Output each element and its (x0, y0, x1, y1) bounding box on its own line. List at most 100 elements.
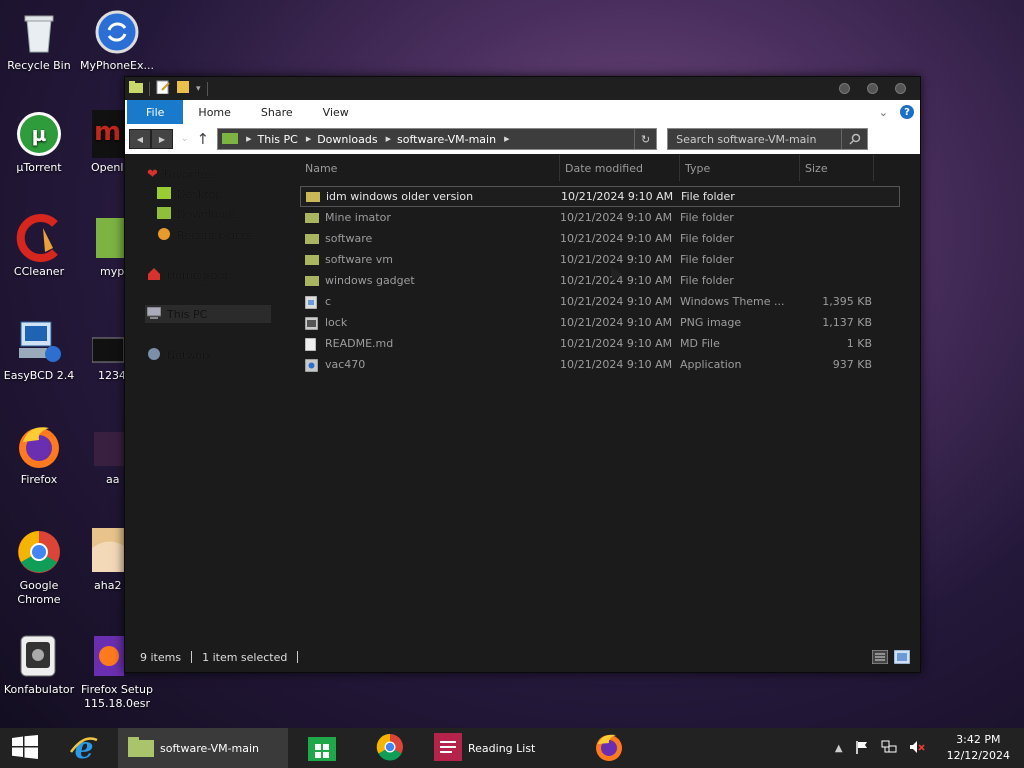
clock-time: 3:42 PM (956, 733, 1001, 746)
folder-icon (305, 233, 319, 244)
action-center-flag-icon[interactable] (855, 740, 869, 757)
forward-button[interactable]: ▶ (151, 129, 173, 149)
folder-icon (305, 212, 319, 223)
properties-icon[interactable] (156, 80, 170, 97)
chevron-right-icon[interactable]: ▶ (504, 135, 509, 143)
file-row[interactable]: windows gadget 10/21/2024 9:10 AM File f… (300, 270, 900, 291)
window-controls (839, 83, 906, 94)
view-buttons (871, 649, 911, 665)
firefox-icon (15, 422, 63, 470)
downloads-icon (157, 207, 171, 222)
maximize-button[interactable] (867, 83, 878, 94)
folder-icon (306, 191, 320, 202)
file-row[interactable]: software 10/21/2024 9:10 AM File folder (300, 228, 900, 249)
tab-home[interactable]: Home (183, 100, 245, 124)
chevron-right-icon[interactable]: ▶ (306, 135, 311, 143)
close-button[interactable] (895, 83, 906, 94)
file-icon (96, 214, 124, 262)
separator (191, 651, 193, 663)
start-button[interactable] (0, 728, 50, 768)
folder-icon (305, 254, 319, 265)
large-icons-view-icon[interactable] (893, 649, 911, 665)
desktop-icon-myphone[interactable]: MyPhoneEx... (78, 8, 156, 73)
ccleaner-icon (15, 214, 63, 262)
back-button[interactable]: ◀ (129, 129, 151, 149)
volume-muted-icon[interactable] (909, 740, 925, 757)
file-row[interactable]: Mine imator 10/21/2024 9:10 AM File fold… (300, 207, 900, 228)
desktop-icon-firefox[interactable]: Firefox (0, 422, 78, 487)
details-view-icon[interactable] (871, 649, 889, 665)
nav-desktop[interactable]: Desktop (157, 187, 222, 202)
taskbar-firefox[interactable] (574, 728, 644, 768)
new-folder-icon[interactable] (176, 80, 190, 97)
desktop-icon-konfabulator[interactable]: Konfabulator (0, 632, 78, 697)
file-row[interactable]: vac470 10/21/2024 9:10 AM Application 93… (300, 354, 900, 375)
breadcrumb-software-vm-main[interactable]: software-VM-main (397, 133, 496, 146)
taskbar-reading-list[interactable]: Reading List (424, 728, 574, 768)
system-tray: ▲ 3:42 PM 12/12/2024 (835, 732, 1024, 764)
taskbar-store[interactable] (288, 728, 356, 768)
file-row[interactable]: idm windows older version 10/21/2024 9:1… (300, 186, 900, 207)
address-bar[interactable]: ▶ This PC ▶ Downloads ▶ software-VM-main… (217, 128, 658, 150)
clock[interactable]: 3:42 PM 12/12/2024 (947, 732, 1010, 764)
taskbar-file-explorer[interactable]: software-VM-main (118, 728, 288, 768)
tab-file[interactable]: File (127, 100, 184, 124)
nav-recent-places[interactable]: Recent places (157, 227, 254, 244)
nav-this-pc[interactable]: This PC (145, 305, 271, 323)
nav-favorites[interactable]: ❤ Favorites (147, 167, 214, 182)
internet-explorer-icon: e (69, 731, 99, 766)
separator (297, 651, 299, 663)
taskbar-chrome[interactable] (356, 728, 424, 768)
recent-locations-icon[interactable]: ⌄ (181, 134, 189, 144)
ribbon-tabs: File Home Share View ⌄ ? (125, 100, 920, 124)
file-row[interactable]: c 10/21/2024 9:10 AM Windows Theme ... 1… (300, 291, 900, 312)
desktop-icon-easybcd[interactable]: EasyBCD 2.4 (0, 318, 78, 383)
breadcrumb-downloads[interactable]: Downloads (317, 133, 377, 146)
minimize-button[interactable] (839, 83, 850, 94)
desktop-icon-chrome[interactable]: Google Chrome (0, 528, 78, 607)
selection-count: 1 item selected (202, 650, 288, 664)
star-icon: ❤ (147, 167, 158, 182)
file-row[interactable]: README.md 10/21/2024 9:10 AM MD File 1 K… (300, 333, 900, 354)
desktop-icon-utorrent[interactable]: µ µTorrent (0, 110, 78, 175)
windows-logo-icon (12, 734, 38, 762)
store-icon (308, 733, 336, 764)
desktop-icon-myp[interactable]: myp (80, 214, 124, 279)
desktop-icon-1234[interactable]: 1234 (80, 318, 124, 383)
taskbar: e software-VM-main Reading List ▲ 3:42 P… (0, 728, 1024, 768)
theme-file-icon (304, 295, 319, 310)
image-icon (91, 318, 124, 366)
file-row[interactable]: lock 10/21/2024 9:10 AM PNG image 1,137 … (300, 312, 900, 333)
up-arrow-icon[interactable]: ↑ (197, 130, 210, 148)
refresh-icon[interactable]: ↻ (634, 129, 656, 149)
nav-network[interactable]: Network (147, 347, 213, 364)
chevron-down-icon[interactable]: ▾ (196, 84, 201, 94)
desktop-icon-ccleaner[interactable]: CCleaner (0, 214, 78, 279)
desktop-icon-aha2[interactable]: aha2 (80, 528, 124, 593)
nav-homegroup[interactable]: Homegroup (147, 267, 231, 284)
title-bar[interactable]: ▾ (125, 77, 920, 100)
chevron-right-icon[interactable]: ▶ (386, 135, 391, 143)
column-size[interactable]: Size (800, 155, 874, 181)
network-icon[interactable] (881, 740, 897, 757)
column-type[interactable]: Type (680, 155, 800, 181)
svg-text:e: e (74, 732, 93, 762)
desktop-icon-aa[interactable]: aa (80, 422, 124, 487)
file-row[interactable]: software vm 10/21/2024 9:10 AM File fold… (300, 249, 900, 270)
chrome-icon (376, 733, 404, 764)
help-icon[interactable]: ? (900, 105, 914, 119)
chevron-up-icon[interactable]: ▲ (835, 743, 843, 754)
taskbar-internet-explorer[interactable]: e (50, 728, 118, 768)
network-icon (147, 347, 161, 364)
tab-view[interactable]: View (308, 100, 364, 124)
expand-ribbon-icon[interactable]: ⌄ (879, 106, 888, 119)
nav-downloads[interactable]: Downloads (157, 207, 237, 222)
column-date-modified[interactable]: Date modified (560, 155, 680, 181)
search-input[interactable]: Search software-VM-main (667, 128, 869, 150)
desktop-icon-openl[interactable]: m Openl (80, 110, 124, 175)
breadcrumb-this-pc[interactable]: This PC (258, 133, 298, 146)
tab-share[interactable]: Share (246, 100, 308, 124)
desktop-icon-recycle-bin[interactable]: Recycle Bin (0, 8, 78, 73)
search-icon[interactable] (841, 129, 867, 149)
column-name[interactable]: Name (300, 155, 560, 181)
